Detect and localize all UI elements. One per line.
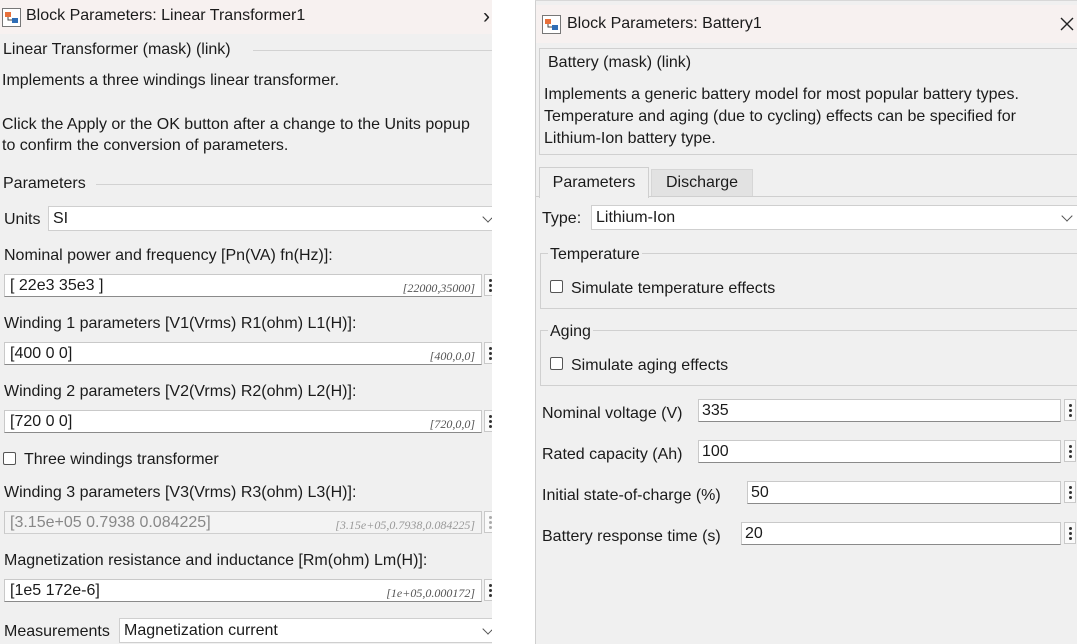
winding2-label: Winding 2 parameters [V2(Vrms) R2(ohm) L… [4, 383, 357, 400]
nominal-voltage-label: Nominal voltage (V) [542, 405, 683, 422]
nominal-power-input[interactable]: [ 22e3 35e3 ] [22000,35000] [4, 274, 482, 297]
close-icon[interactable] [1060, 17, 1074, 31]
parameters-header: Parameters [3, 175, 86, 192]
title-bar: Block Parameters: Linear Transformer1 › [0, 0, 492, 34]
close-icon[interactable]: › [483, 6, 490, 27]
temperature-checkbox[interactable] [550, 280, 563, 293]
measurements-label: Measurements [4, 623, 110, 640]
tab-parameters[interactable]: Parameters [539, 167, 649, 198]
title-bar: Block Parameters: Battery1 [536, 5, 1077, 43]
winding2-input[interactable]: [720 0 0] [720,0,0] [4, 410, 482, 433]
three-windings-checkbox[interactable] [3, 452, 16, 465]
response-time-input[interactable]: 20 [741, 522, 1061, 545]
simulink-app-icon [2, 8, 21, 27]
chevron-down-icon [482, 211, 492, 223]
evaluated-value: [3.15e+05,0.7938,0.084225] [335, 518, 475, 532]
magnetization-label: Magnetization resistance and inductance … [4, 552, 428, 569]
more-options-icon[interactable] [1064, 440, 1076, 462]
response-time-label: Battery response time (s) [542, 528, 721, 545]
temperature-checkbox-label: Simulate temperature effects [571, 280, 776, 297]
three-windings-label: Three windings transformer [24, 451, 219, 468]
description-line: Implements a three windings linear trans… [2, 72, 340, 89]
aging-checkbox[interactable] [550, 357, 563, 370]
more-options-icon[interactable] [484, 342, 492, 364]
divider [253, 50, 492, 51]
nominal-power-label: Nominal power and frequency [Pn(VA) fn(H… [4, 247, 333, 264]
measurements-dropdown[interactable]: Magnetization current [119, 618, 492, 643]
more-options-icon[interactable] [484, 274, 492, 296]
description-line: to confirm the conversion of parameters. [2, 137, 289, 154]
tab-discharge[interactable]: Discharge [651, 169, 753, 196]
more-options-icon [484, 511, 492, 533]
temperature-group-title: Temperature [548, 246, 642, 264]
more-options-icon[interactable] [1064, 522, 1076, 544]
type-label: Type: [542, 210, 582, 227]
rated-capacity-input[interactable]: 100 [698, 440, 1061, 463]
mask-title: Linear Transformer (mask) (link) [3, 41, 231, 58]
more-options-icon[interactable] [484, 410, 492, 432]
linear-transformer-dialog: Block Parameters: Linear Transformer1 › … [0, 0, 492, 644]
evaluated-value: [720,0,0] [429, 417, 475, 431]
magnetization-input[interactable]: [1e5 172e-6] [1e+05,0.000172] [4, 579, 482, 602]
description-line: Lithium-Ion battery type. [544, 130, 716, 147]
simulink-app-icon [542, 15, 561, 34]
aging-group-title: Aging [548, 323, 593, 341]
chevron-down-icon [482, 623, 492, 635]
winding1-label: Winding 1 parameters [V1(Vrms) R1(ohm) L… [4, 315, 357, 332]
more-options-icon[interactable] [1064, 399, 1076, 421]
winding3-label: Winding 3 parameters [V3(Vrms) R3(ohm) L… [4, 484, 357, 501]
more-options-icon[interactable] [484, 579, 492, 601]
window-title: Block Parameters: Linear Transformer1 [26, 7, 306, 24]
evaluated-value: [400,0,0] [429, 349, 475, 363]
evaluated-value: [1e+05,0.000172] [386, 586, 475, 600]
more-options-icon[interactable] [1064, 481, 1076, 503]
type-dropdown[interactable]: Lithium-Ion [591, 205, 1077, 230]
aging-checkbox-label: Simulate aging effects [571, 357, 729, 374]
initial-soc-label: Initial state-of-charge (%) [542, 487, 721, 504]
battery-dialog: Block Parameters: Battery1 Battery (mask… [535, 0, 1077, 644]
window-title: Block Parameters: Battery1 [567, 15, 762, 32]
units-dropdown[interactable]: SI [48, 206, 492, 231]
description-line: Temperature and aging (due to cycling) e… [544, 108, 1016, 125]
nominal-voltage-input[interactable]: 335 [698, 399, 1061, 422]
rated-capacity-label: Rated capacity (Ah) [542, 446, 683, 463]
description-line: Click the Apply or the OK button after a… [2, 116, 470, 133]
initial-soc-input[interactable]: 50 [747, 481, 1061, 504]
units-label: Units [4, 211, 41, 228]
description-line: Implements a generic battery model for m… [544, 86, 1019, 103]
winding1-input[interactable]: [400 0 0] [400,0,0] [4, 342, 482, 365]
winding3-input: [3.15e+05 0.7938 0.084225] [3.15e+05,0.7… [4, 511, 482, 534]
mask-title: Battery (mask) (link) [546, 54, 694, 72]
chevron-down-icon [1061, 210, 1073, 222]
divider [96, 184, 492, 185]
evaluated-value: [22000,35000] [402, 281, 475, 295]
